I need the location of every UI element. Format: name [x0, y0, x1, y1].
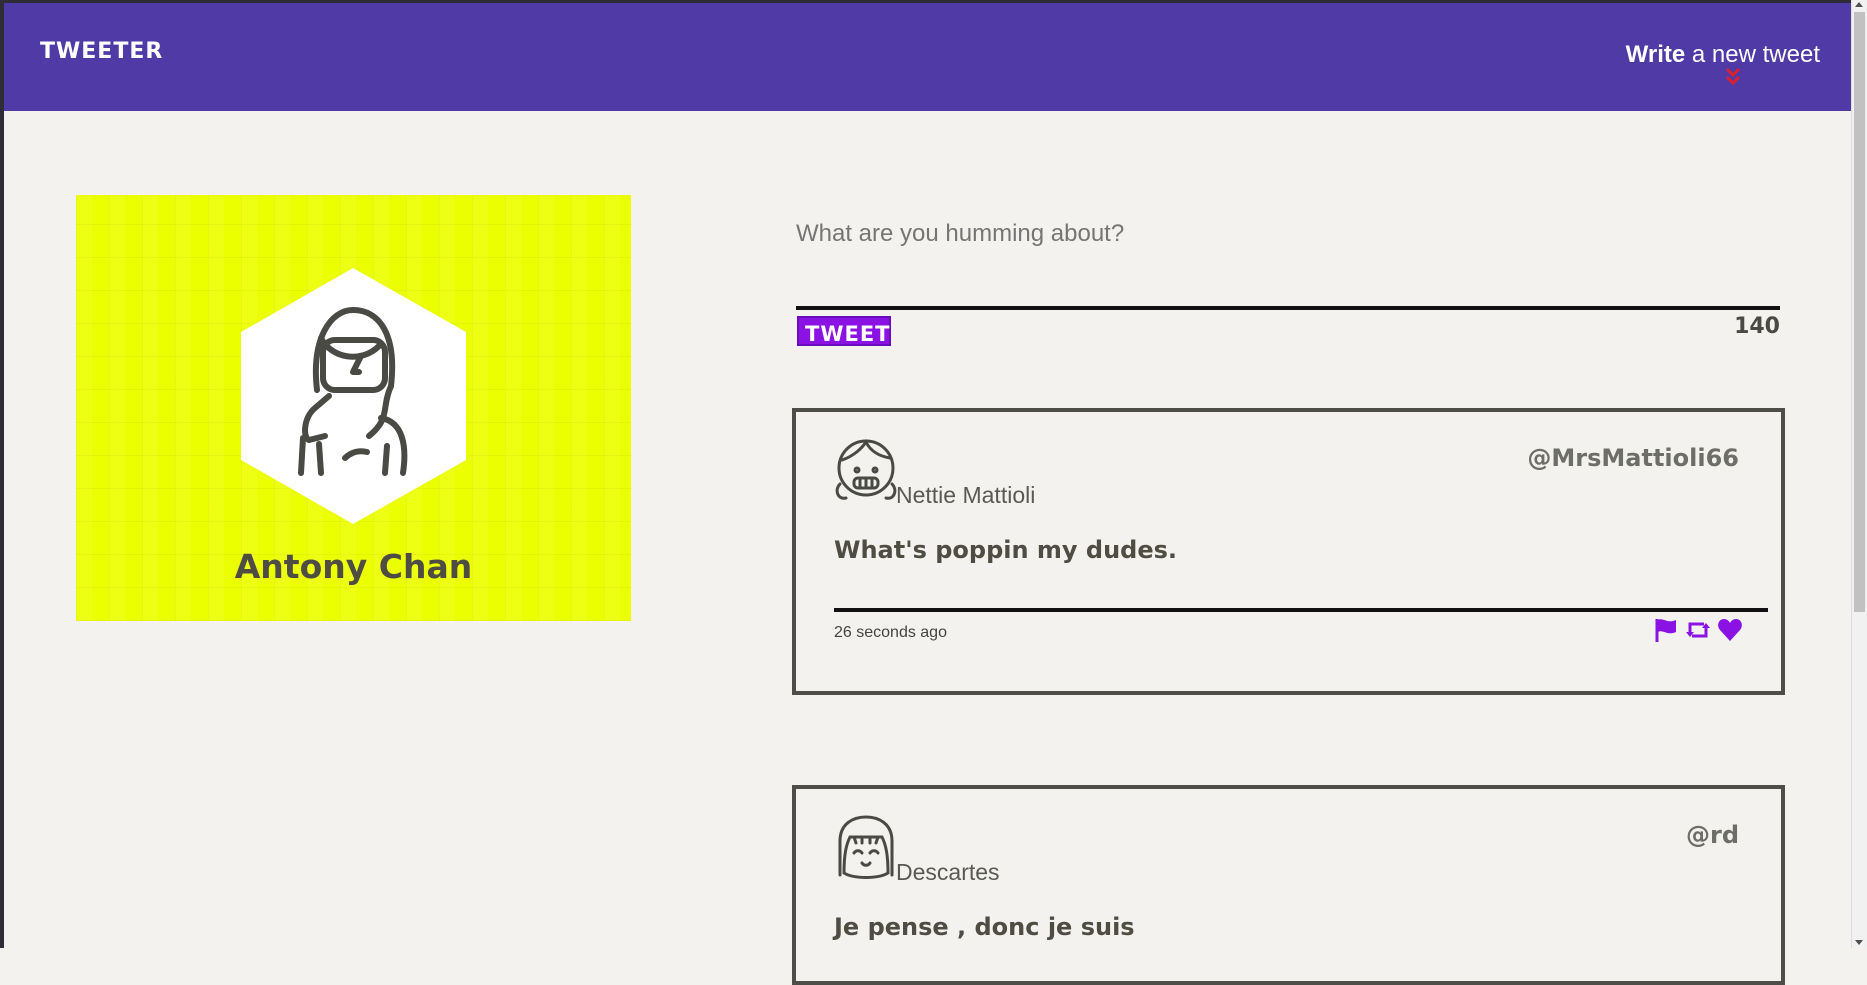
- compose-label: a new tweet: [1685, 41, 1820, 68]
- double-chevron-down-icon[interactable]: [1725, 66, 1741, 88]
- tweet-card: Nettie Mattioli @MrsMattioli66 What's po…: [792, 408, 1785, 695]
- tweet-text: What's poppin my dudes.: [834, 536, 1178, 564]
- write-tweet-toggle[interactable]: Write a new tweet: [1626, 41, 1820, 69]
- tweet-card: Descartes @rd Je pense , donc je suis: [792, 785, 1785, 985]
- top-nav: TWEETER Write a new tweet: [4, 3, 1852, 111]
- heart-icon[interactable]: [1717, 617, 1743, 643]
- user-avatar-icon: [838, 815, 894, 879]
- compose-bold-label: Write: [1625, 41, 1686, 68]
- character-counter: 140: [1734, 314, 1780, 339]
- tweet-author-handle: @MrsMattioli66: [1527, 444, 1739, 472]
- scrollbar-thumb[interactable]: [1854, 12, 1865, 612]
- window-left-border: [0, 0, 4, 948]
- flag-icon[interactable]: [1653, 617, 1679, 643]
- profile-avatar-icon: [241, 268, 466, 524]
- profile-card: Antony Chan: [76, 195, 631, 621]
- tweet-actions: [1653, 617, 1743, 643]
- tweet-author-name: Nettie Mattioli: [896, 482, 1036, 508]
- tweet-text: Je pense , donc je suis: [834, 913, 1135, 941]
- tweet-author-name: Descartes: [896, 859, 1000, 885]
- brand-logo[interactable]: TWEETER: [40, 39, 163, 64]
- scroll-up-arrow-icon[interactable]: [1855, 2, 1863, 7]
- tweet-timestamp: 26 seconds ago: [834, 624, 947, 641]
- scroll-down-arrow-icon[interactable]: [1855, 940, 1863, 945]
- page-scrollbar[interactable]: [1851, 0, 1867, 948]
- retweet-icon[interactable]: [1685, 617, 1711, 643]
- profile-name: Antony Chan: [234, 547, 473, 586]
- tweet-submit-button[interactable]: TWEET: [797, 316, 891, 346]
- tweet-author-handle: @rd: [1685, 821, 1739, 849]
- tweet-divider: [834, 608, 1768, 612]
- user-avatar-icon: [835, 439, 897, 500]
- composer-divider: [796, 306, 1780, 310]
- tweet-textarea[interactable]: [796, 220, 1776, 248]
